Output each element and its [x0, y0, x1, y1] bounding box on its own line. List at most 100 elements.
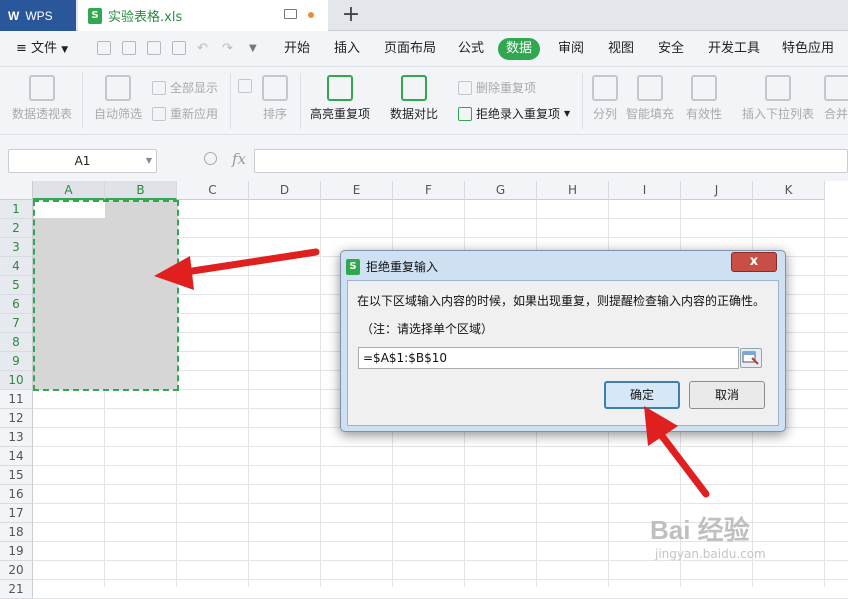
file-tab-label: 实验表格.xls: [108, 10, 183, 25]
ribbon-divider: [582, 73, 583, 129]
reapply-label: 重新应用: [170, 107, 219, 121]
row-header-10[interactable]: 10: [0, 371, 33, 390]
split-column-label: 分列: [592, 107, 617, 121]
row-header-15[interactable]: 15: [0, 466, 33, 485]
autofilter-button[interactable]: 自动筛选: [94, 75, 142, 122]
monitor-icon[interactable]: [284, 9, 297, 19]
pivot-table-icon: [29, 75, 55, 101]
row-header-2[interactable]: 2: [0, 219, 33, 238]
undo-icon[interactable]: ↶: [197, 31, 208, 67]
sort-asc-button[interactable]: [238, 79, 252, 93]
column-header-f[interactable]: F: [393, 181, 465, 200]
smart-fill-label: 智能填充: [626, 107, 675, 121]
file-tab[interactable]: S 实验表格.xls: [78, 0, 328, 31]
row-header-4[interactable]: 4: [0, 257, 33, 276]
row-header-13[interactable]: 13: [0, 428, 33, 447]
insert-dropdown-button[interactable]: 插入下拉列表: [742, 75, 814, 122]
column-header-d[interactable]: D: [249, 181, 321, 200]
save-icon[interactable]: [97, 41, 111, 55]
reject-duplicates-label: 拒绝录入重复项: [476, 107, 561, 121]
name-box-value: A1: [74, 154, 91, 168]
wps-label: WPS: [25, 8, 53, 23]
column-header-b[interactable]: B: [105, 181, 177, 200]
formula-input[interactable]: [254, 149, 848, 173]
menu-tab-formula[interactable]: 公式: [458, 31, 484, 67]
watermark-url: jingyan.baidu.com: [655, 547, 766, 561]
row-header-9[interactable]: 9: [0, 352, 33, 371]
file-menu-label: 文件: [31, 41, 58, 56]
row-header-18[interactable]: 18: [0, 523, 33, 542]
row-header-11[interactable]: 11: [0, 390, 33, 409]
print-icon[interactable]: [147, 41, 161, 55]
row-header-19[interactable]: 19: [0, 542, 33, 561]
close-button[interactable]: x: [731, 252, 777, 272]
unsaved-dot-icon: [308, 12, 314, 18]
column-header-c[interactable]: C: [177, 181, 249, 200]
dialog-note: （注：请选择单个区域）: [361, 322, 494, 336]
column-header-j[interactable]: J: [681, 181, 753, 200]
column-gridline: [320, 200, 321, 587]
ribbon-divider: [82, 73, 83, 129]
range-picker-icon[interactable]: [740, 348, 762, 368]
menu-tab-security[interactable]: 安全: [658, 31, 684, 67]
menu-tab-insert[interactable]: 插入: [334, 31, 360, 67]
column-header-e[interactable]: E: [321, 181, 393, 200]
zoom-icon[interactable]: [204, 152, 217, 165]
menu-tab-view[interactable]: 视图: [608, 31, 634, 67]
column-header-i[interactable]: I: [609, 181, 681, 200]
pivot-table-button[interactable]: 数据透视表: [12, 75, 72, 122]
split-column-button[interactable]: 分列: [592, 75, 618, 122]
highlight-duplicates-button[interactable]: 高亮重复项: [310, 75, 370, 122]
column-header-h[interactable]: H: [537, 181, 609, 200]
reject-duplicates-button[interactable]: 拒绝录入重复项 ▼: [458, 105, 570, 122]
new-tab-button[interactable]: +: [340, 2, 362, 28]
row-header-1[interactable]: 1: [0, 200, 33, 219]
dialog-title-bar: S 拒绝重复输入: [346, 258, 438, 275]
sort-button[interactable]: 排序: [262, 75, 288, 122]
menu-tab-home[interactable]: 开始: [284, 31, 310, 67]
row-header-14[interactable]: 14: [0, 447, 33, 466]
chevron-down-icon: ▼: [564, 109, 571, 118]
row-header-12[interactable]: 12: [0, 409, 33, 428]
row-header-5[interactable]: 5: [0, 276, 33, 295]
row-header-21[interactable]: 21: [0, 580, 33, 599]
range-input[interactable]: =$A$1:$B$10: [358, 347, 739, 369]
fx-icon[interactable]: fx: [232, 150, 246, 168]
ribbon-divider: [300, 73, 301, 129]
row-header-7[interactable]: 7: [0, 314, 33, 333]
menu-bar: ≡ 文件 ▼ ↶ ↷ ▼ 开始 插入 页面布局 公式 数据 审阅 视图 安全 开…: [0, 31, 848, 67]
select-all-corner[interactable]: [0, 181, 33, 200]
row-header-20[interactable]: 20: [0, 561, 33, 580]
menu-tab-features[interactable]: 特色应用: [782, 31, 834, 67]
redo-icon[interactable]: ↷: [222, 31, 233, 67]
menu-tab-page-layout[interactable]: 页面布局: [384, 31, 436, 67]
chevron-down-icon[interactable]: ▼: [146, 150, 152, 172]
row-header-17[interactable]: 17: [0, 504, 33, 523]
remove-duplicates-button[interactable]: 删除重复项: [458, 79, 536, 96]
merge-button[interactable]: 合并: [824, 75, 848, 122]
data-compare-button[interactable]: 数据对比: [390, 75, 438, 122]
column-header-k[interactable]: K: [753, 181, 825, 200]
row-header-3[interactable]: 3: [0, 238, 33, 257]
file-menu[interactable]: ≡ 文件 ▼: [16, 31, 68, 67]
menu-tab-developer[interactable]: 开发工具: [708, 31, 760, 67]
menu-tab-data[interactable]: 数据: [498, 38, 541, 60]
row-header-6[interactable]: 6: [0, 295, 33, 314]
row-header-8[interactable]: 8: [0, 333, 33, 352]
print-preview-icon[interactable]: [172, 41, 186, 55]
quick-access-dropdown-icon[interactable]: ▼: [249, 31, 257, 67]
column-header-g[interactable]: G: [465, 181, 537, 200]
validity-button[interactable]: 有效性: [686, 75, 722, 122]
show-all-button[interactable]: 全部显示: [152, 79, 218, 96]
export-icon[interactable]: [122, 41, 136, 55]
smart-fill-button[interactable]: 智能填充: [626, 75, 674, 122]
column-header-a[interactable]: A: [33, 181, 105, 200]
validity-icon: [691, 75, 717, 101]
menu-tab-review[interactable]: 审阅: [558, 31, 584, 67]
wps-home-tab[interactable]: W WPS: [0, 0, 76, 31]
hamburger-icon: ≡: [16, 41, 27, 56]
row-header-16[interactable]: 16: [0, 485, 33, 504]
row-gridline: [33, 503, 848, 504]
name-box[interactable]: A1 ▼: [8, 149, 157, 173]
reapply-button[interactable]: 重新应用: [152, 105, 218, 122]
